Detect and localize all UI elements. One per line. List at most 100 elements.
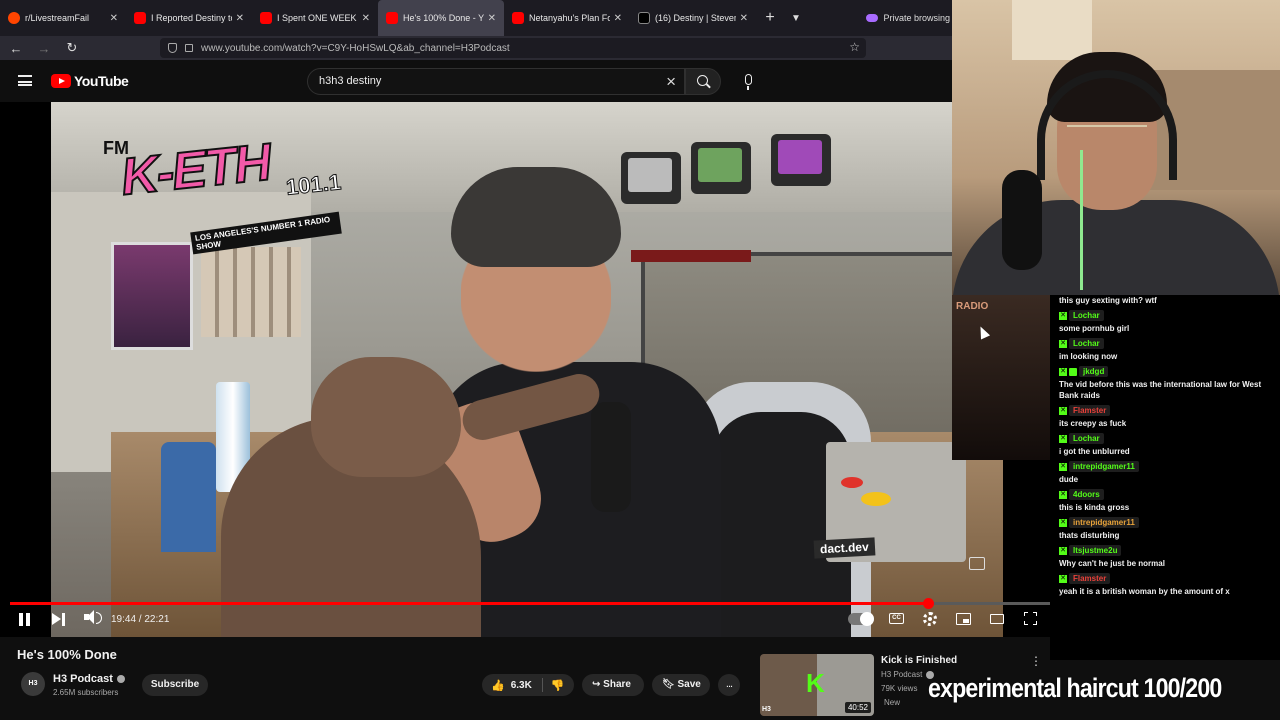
kebab-menu-icon[interactable]: ⋮ bbox=[1030, 654, 1042, 668]
forward-arrow-icon[interactable]: → bbox=[32, 41, 56, 56]
channel-avatar[interactable]: H3 bbox=[21, 672, 45, 696]
pause-icon[interactable] bbox=[19, 613, 30, 626]
url-text[interactable]: www.youtube.com/watch?v=C9Y-HoHSwLQ&ab_c… bbox=[201, 43, 510, 54]
volume-icon[interactable] bbox=[84, 610, 102, 624]
video-frame: FM K-ETH 101.1 LOS ANGELES'S NUMBER 1 RA… bbox=[51, 102, 1003, 637]
recommended-thumbnail[interactable]: K H3 40:52 bbox=[760, 654, 874, 716]
private-browsing-indicator: Private browsing bbox=[866, 0, 952, 36]
browser-tab-2[interactable]: I Reported Destiny to th ✕ bbox=[126, 0, 252, 36]
address-bar[interactable]: www.youtube.com/watch?v=C9Y-HoHSwLQ&ab_c… bbox=[160, 38, 866, 58]
close-tab-icon[interactable]: ✕ bbox=[362, 13, 370, 24]
browser-tab-5[interactable]: Netanyahu's Plan For G ✕ bbox=[504, 0, 630, 36]
tracking-shield-icon[interactable] bbox=[168, 43, 177, 53]
clear-search-icon[interactable]: × bbox=[666, 69, 676, 94]
browser-tab-3[interactable]: I Spent ONE WEEK Wat ✕ bbox=[252, 0, 378, 36]
bookmark-icon: 🔖︎ bbox=[662, 679, 678, 690]
close-tab-icon[interactable]: ✕ bbox=[614, 13, 622, 24]
chat-username-row: ✕ Lochar bbox=[1059, 433, 1276, 444]
dog-head bbox=[311, 357, 461, 477]
chat-message-text: i got the unblurred bbox=[1059, 447, 1130, 456]
save-button[interactable]: 🔖︎ Save bbox=[652, 674, 710, 696]
search-button[interactable] bbox=[685, 68, 721, 95]
reload-icon[interactable]: ↻ bbox=[60, 40, 84, 56]
new-badge: New bbox=[884, 698, 901, 707]
save-label: Save bbox=[677, 679, 701, 690]
chat-message-text: some pornhub girl bbox=[1059, 324, 1130, 333]
recommended-channel-text[interactable]: H3 Podcast bbox=[881, 670, 922, 679]
chat-username[interactable]: intrepidgamer11 bbox=[1069, 461, 1139, 472]
chat-username-row: ✕ Flamster bbox=[1059, 405, 1276, 416]
youtube-play-icon bbox=[51, 74, 71, 88]
like-dislike-group: 👍 6.3K 👎 bbox=[482, 674, 574, 696]
chat-username-row: ✕ Itsjustme2u bbox=[1059, 545, 1276, 556]
close-tab-icon[interactable]: ✕ bbox=[740, 13, 748, 24]
chat-username[interactable]: Lochar bbox=[1069, 338, 1104, 349]
chat-message-text: thats disturbing bbox=[1059, 531, 1120, 540]
chat-message-text: dude bbox=[1059, 475, 1079, 484]
kick-logo: K bbox=[806, 668, 825, 698]
share-button[interactable]: ↪ Share bbox=[582, 674, 644, 696]
search-input[interactable]: h3h3 destiny × bbox=[307, 68, 685, 95]
chat-badge-icon: ✕ bbox=[1059, 574, 1067, 583]
microphone-icon[interactable] bbox=[745, 74, 752, 90]
youtube-icon bbox=[512, 12, 524, 24]
new-tab-button[interactable]: + bbox=[756, 9, 784, 27]
fullscreen-icon[interactable] bbox=[1024, 612, 1037, 625]
chat-username[interactable]: Lochar bbox=[1069, 310, 1104, 321]
chat-username[interactable]: Flamster bbox=[1069, 405, 1111, 416]
youtube-logo[interactable]: YouTube bbox=[51, 73, 129, 89]
tab-title: I Reported Destiny to th bbox=[151, 13, 232, 23]
browser-tab-6[interactable]: (16) Destiny | Steven Bo ✕ bbox=[630, 0, 756, 36]
picture-in-picture-icon[interactable] bbox=[969, 557, 985, 570]
streamer-microphone bbox=[1002, 170, 1042, 270]
chat-username[interactable]: Itsjustme2u bbox=[1069, 545, 1122, 556]
dog-figure bbox=[221, 357, 604, 637]
recommended-title[interactable]: Kick is Finished bbox=[881, 655, 957, 666]
chat-badge-icon: ✕ bbox=[1059, 546, 1067, 555]
miniplayer-icon[interactable] bbox=[956, 613, 971, 625]
progress-bar[interactable] bbox=[10, 598, 1050, 609]
browser-tab-1[interactable]: r/LivestreamFail ✕ bbox=[0, 0, 126, 36]
streamer-webcam bbox=[952, 0, 1280, 295]
chat-message: ✕ Flamster its creepy as fuck bbox=[1050, 405, 1280, 429]
chat-username[interactable]: 4doors bbox=[1069, 489, 1104, 500]
thumbs-up-icon[interactable]: 👍 bbox=[491, 679, 505, 692]
chat-username[interactable]: Lochar bbox=[1069, 433, 1104, 444]
time-display: 19:44 / 22:21 bbox=[111, 614, 170, 625]
browser-tab-4-active[interactable]: He's 100% Done - Y ✕ bbox=[378, 0, 504, 36]
thumbs-down-icon[interactable]: 👎 bbox=[551, 679, 565, 692]
captions-icon[interactable]: CC bbox=[889, 613, 904, 624]
chat-badge-icon: ✕ bbox=[1059, 462, 1067, 471]
channel-name[interactable]: H3 Podcast bbox=[53, 673, 125, 685]
chat-message-text: yeah it is a british woman by the amount… bbox=[1059, 587, 1230, 596]
subscribe-button[interactable]: Subscribe bbox=[142, 674, 208, 696]
chat-username[interactable]: intrepidgamer11 bbox=[1069, 517, 1139, 528]
chat-username[interactable]: jkdgd bbox=[1079, 366, 1109, 377]
like-count[interactable]: 6.3K bbox=[511, 680, 532, 691]
padlock-icon[interactable] bbox=[185, 44, 193, 52]
hamburger-menu-icon[interactable] bbox=[18, 75, 32, 86]
progress-fill bbox=[10, 602, 929, 605]
theater-mode-icon[interactable] bbox=[990, 614, 1004, 624]
video-player[interactable]: FM K-ETH 101.1 LOS ANGELES'S NUMBER 1 RA… bbox=[0, 102, 1050, 637]
bookmark-star-icon[interactable]: ☆ bbox=[849, 40, 860, 54]
list-tabs-chevron-icon[interactable]: ▼ bbox=[784, 13, 808, 24]
live-chat: this guy sexting with? wtf ✕ Lochar some po… bbox=[1050, 295, 1280, 660]
close-tab-icon[interactable]: ✕ bbox=[110, 13, 118, 24]
back-arrow-icon[interactable]: ← bbox=[4, 41, 28, 56]
close-tab-icon[interactable]: ✕ bbox=[488, 13, 496, 24]
browser-tab-strip: r/LivestreamFail ✕ I Reported Destiny to … bbox=[0, 0, 952, 36]
chat-badge-icon: ✕ bbox=[1059, 518, 1067, 527]
chat-username[interactable]: Flamster bbox=[1069, 573, 1111, 584]
autoplay-toggle[interactable] bbox=[848, 612, 874, 626]
streamer-figure bbox=[1017, 40, 1187, 240]
more-actions-button[interactable]: ... bbox=[718, 674, 740, 696]
next-video-icon[interactable] bbox=[52, 612, 65, 626]
close-tab-icon[interactable]: ✕ bbox=[236, 13, 244, 24]
recommended-channel[interactable]: H3 Podcast bbox=[881, 670, 935, 679]
chat-username-row: ✕ Flamster bbox=[1059, 573, 1276, 584]
channel-name-text[interactable]: H3 Podcast bbox=[53, 673, 113, 685]
yellow-button bbox=[861, 492, 891, 506]
kick-panel-art: RADIO bbox=[952, 295, 1050, 460]
settings-gear-icon[interactable] bbox=[923, 612, 937, 626]
